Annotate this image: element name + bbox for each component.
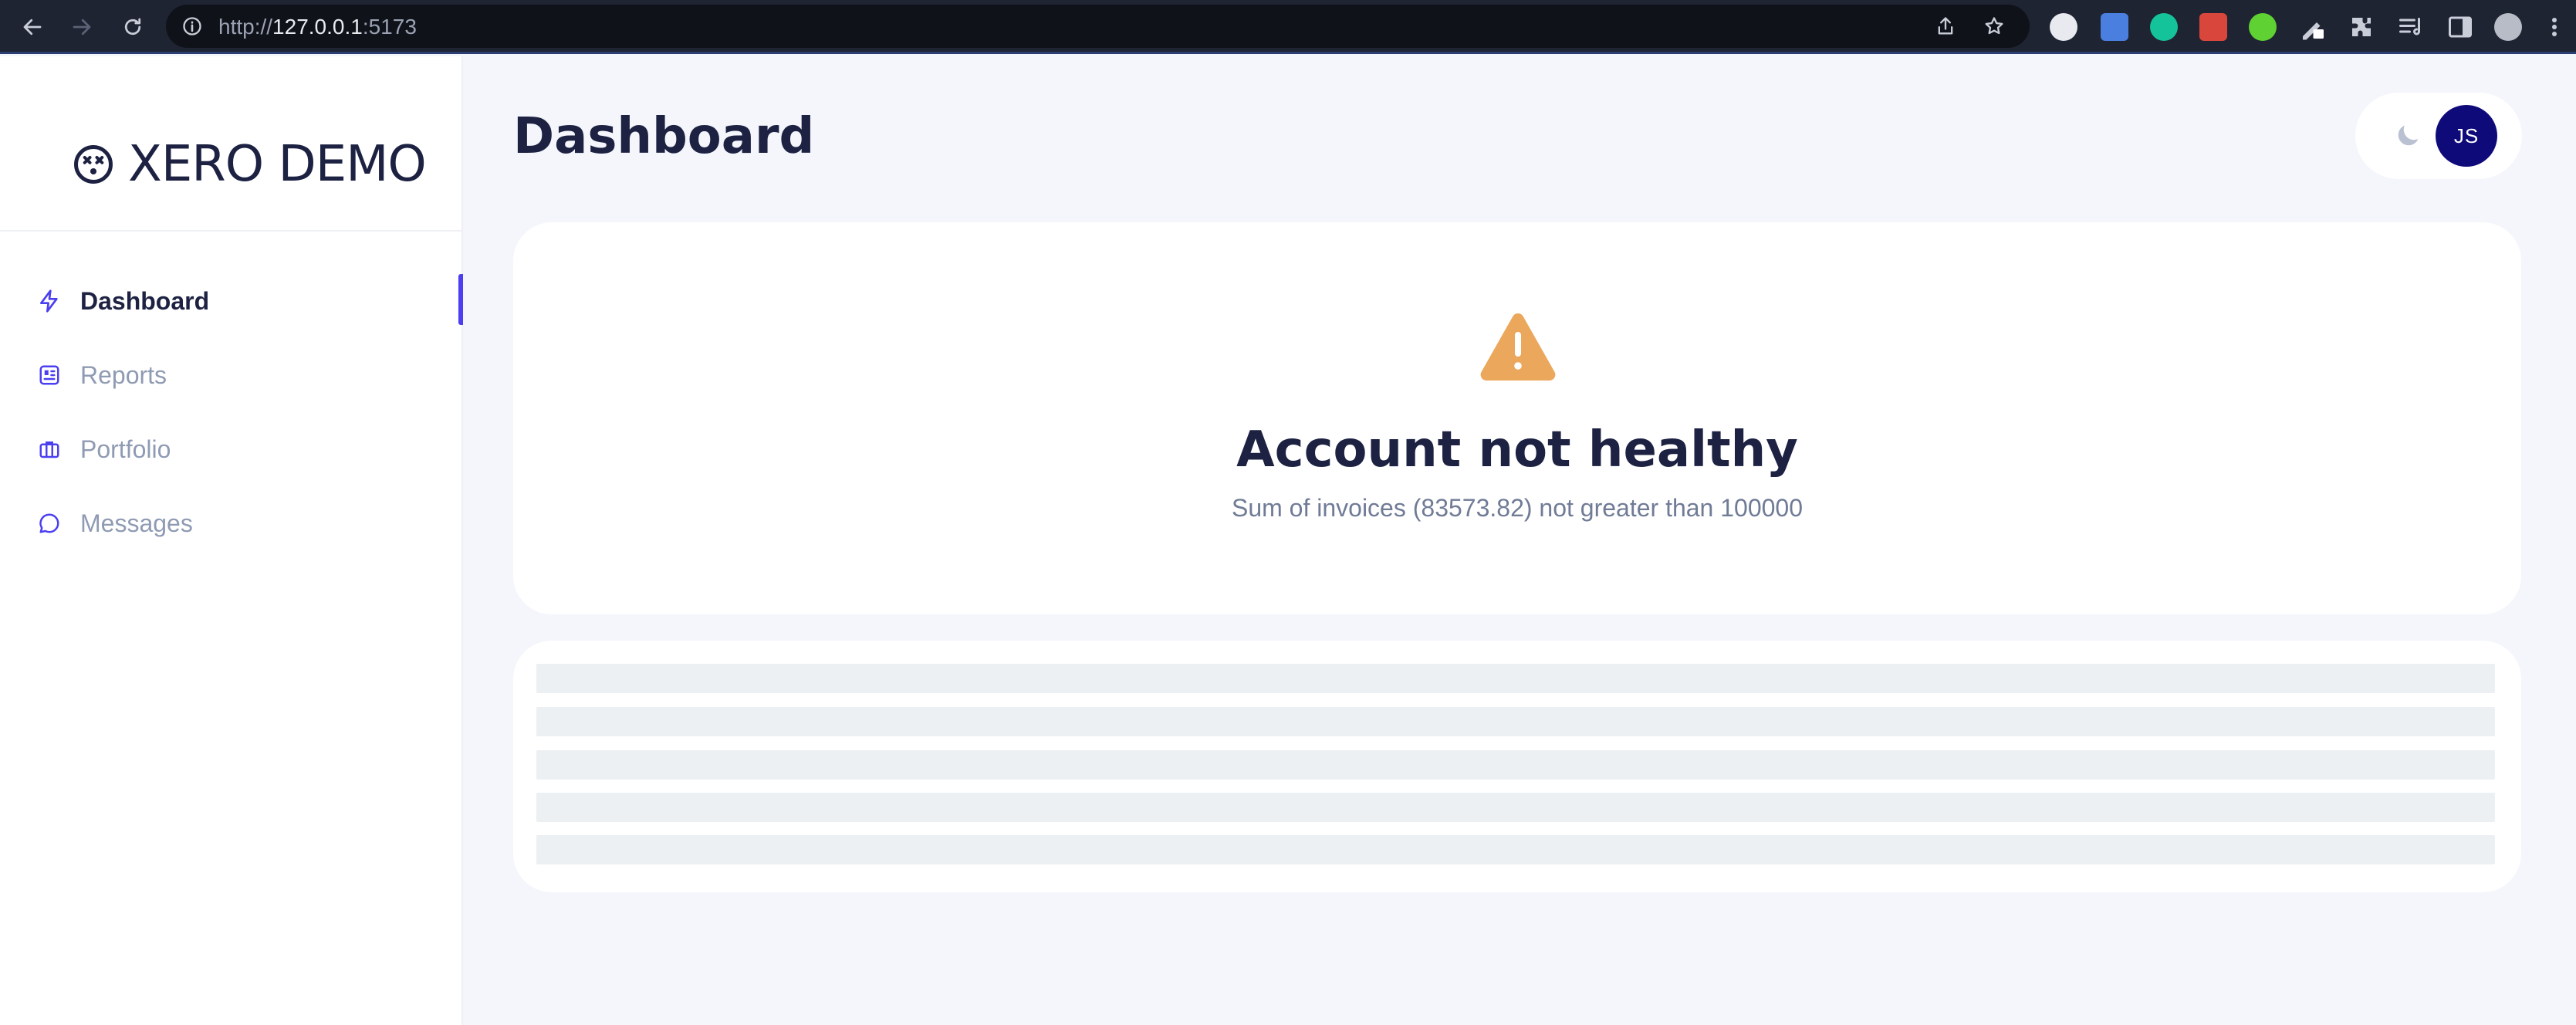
header-actions: JS	[2355, 93, 2522, 179]
reports-icon	[35, 361, 63, 389]
extension-icon[interactable]	[2050, 13, 2077, 41]
logo-text: XERO DEMO	[128, 136, 427, 193]
dark-mode-toggle-icon[interactable]	[2392, 120, 2423, 151]
sidebar-item-dashboard[interactable]: Dashboard	[0, 274, 463, 328]
extension-icon[interactable]	[2199, 13, 2227, 41]
loading-skeleton-card	[513, 641, 2521, 892]
chat-icon	[35, 509, 63, 537]
skeleton-line	[536, 664, 2495, 693]
extensions-puzzle-icon[interactable]	[2348, 13, 2375, 41]
sidebar-item-label: Messages	[80, 509, 193, 537]
reading-list-icon[interactable]	[2397, 13, 2425, 41]
side-panel-icon[interactable]	[2446, 13, 2474, 41]
browser-menu-icon[interactable]	[2545, 13, 2564, 41]
warning-icon	[1478, 309, 1558, 383]
dizzy-face-logo-icon	[74, 145, 113, 184]
bolt-icon	[35, 287, 63, 315]
sidebar-item-label: Dashboard	[80, 286, 210, 315]
translate-extension-icon[interactable]	[2101, 13, 2128, 41]
back-icon[interactable]	[17, 12, 48, 42]
divider	[0, 230, 463, 232]
alert-message: Sum of invoices (83573.82) not greater t…	[1231, 494, 1804, 522]
bookmark-star-icon[interactable]	[1983, 15, 2005, 41]
pen-extension-icon[interactable]	[2298, 13, 2326, 41]
skeleton-line	[536, 707, 2495, 736]
logo[interactable]: XERO DEMO	[73, 134, 427, 195]
sidebar-item-label: Reports	[80, 360, 167, 389]
active-indicator	[458, 274, 463, 325]
url-port: :5173	[362, 15, 417, 39]
site-info-icon[interactable]	[181, 15, 203, 41]
url-host: 127.0.0.1	[272, 15, 363, 39]
alert-title: Account not healthy	[1236, 421, 1798, 479]
reload-icon[interactable]	[117, 12, 148, 42]
briefcase-icon	[35, 435, 63, 463]
sidebar-item-messages[interactable]: Messages	[0, 496, 463, 550]
sidebar-item-portfolio[interactable]: Portfolio	[0, 422, 463, 476]
address-bar[interactable]: http://127.0.0.1:5173	[166, 5, 2030, 48]
url-text[interactable]: http://127.0.0.1:5173	[218, 15, 417, 39]
sidebar: XERO DEMO Dashboard Reports Portfolio Me…	[0, 56, 463, 1025]
forward-icon[interactable]	[66, 12, 97, 42]
skeleton-line	[536, 750, 2495, 780]
health-alert-card: Account not healthy Sum of invoices (835…	[513, 222, 2521, 614]
share-icon[interactable]	[1935, 15, 1956, 41]
profile-avatar-icon[interactable]	[2494, 13, 2522, 41]
skeleton-line	[536, 793, 2495, 822]
grammarly-extension-icon[interactable]	[2150, 13, 2178, 41]
page-title: Dashboard	[513, 108, 815, 165]
url-scheme: http://	[218, 15, 273, 39]
avatar[interactable]: JS	[2436, 105, 2497, 167]
sidebar-item-reports[interactable]: Reports	[0, 348, 463, 402]
extension-icon[interactable]	[2249, 13, 2277, 41]
browser-toolbar: http://127.0.0.1:5173	[0, 0, 2576, 54]
sidebar-item-label: Portfolio	[80, 435, 171, 463]
skeleton-line	[536, 835, 2495, 864]
